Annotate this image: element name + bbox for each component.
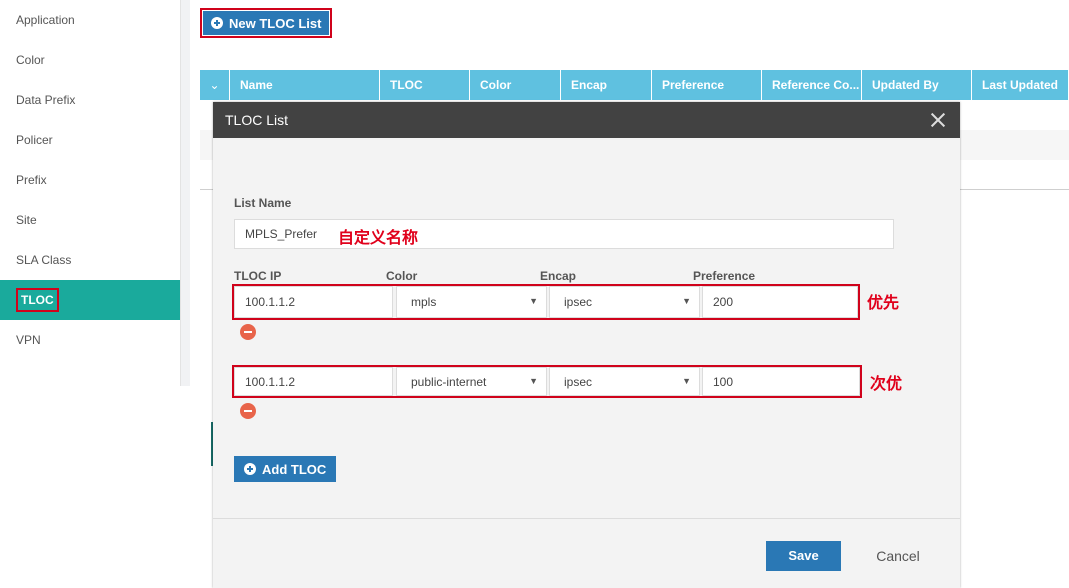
caret-down-icon: ▼ [682, 376, 691, 386]
list-name-annotation: 自定义名称 [338, 228, 419, 247]
column-header-reference-count[interactable]: Reference Co... [762, 70, 862, 100]
preference-input[interactable]: 100 [702, 367, 860, 396]
tloc-ip-input[interactable]: 100.1.1.2 [234, 367, 393, 396]
color-value: mpls [411, 295, 437, 309]
encap-label: Encap [540, 269, 577, 283]
column-header-preference[interactable]: Preference [652, 70, 762, 100]
color-select[interactable]: public-internet ▼ [396, 367, 547, 396]
tloc-ip-label: TLOC IP [234, 269, 282, 283]
preference-input[interactable]: 200 [702, 286, 858, 318]
new-tloc-list-button[interactable]: New TLOC List [203, 11, 330, 35]
sidebar-item-prefix[interactable]: Prefix [0, 160, 180, 200]
column-header-name[interactable]: Name [230, 70, 380, 100]
sidebar-item-label: Site [16, 213, 37, 227]
modal-header: TLOC List [213, 102, 960, 138]
sidebar-item-policer[interactable]: Policer [0, 120, 180, 160]
plus-circle-icon [244, 463, 256, 475]
sidebar-item-sla-class[interactable]: SLA Class [0, 240, 180, 280]
column-header-last-updated[interactable]: Last Updated [972, 70, 1069, 100]
sidebar-item-label: Data Prefix [16, 93, 76, 107]
chevron-down-icon: ⌄ [209, 78, 220, 92]
color-select[interactable]: mpls ▼ [396, 286, 547, 318]
encap-select[interactable]: ipsec ▼ [549, 286, 700, 318]
sidebar-item-label: Policer [16, 133, 53, 147]
cancel-button[interactable]: Cancel [859, 541, 937, 571]
modal-title: TLOC List [225, 112, 289, 128]
sidebar-item-label: SLA Class [16, 253, 72, 267]
sidebar-item-site[interactable]: Site [0, 200, 180, 240]
add-tloc-button[interactable]: Add TLOC [234, 456, 337, 482]
remove-row-icon[interactable] [240, 403, 256, 419]
list-name-value: MPLS_Prefer [245, 227, 318, 241]
sidebar: Application Color Data Prefix Policer Pr… [0, 0, 181, 386]
sidebar-item-label: TLOC [16, 288, 59, 312]
column-header-tloc[interactable]: TLOC [380, 70, 470, 100]
row-annotation: 优先 [867, 293, 900, 312]
sidebar-item-vpn[interactable]: VPN [0, 320, 180, 360]
tloc-ip-value: 100.1.1.2 [245, 374, 296, 389]
modal-footer-divider [213, 518, 960, 519]
caret-down-icon: ▼ [682, 296, 691, 306]
table-header: ⌄ Name TLOC Color Encap Preference Refer… [200, 70, 1069, 100]
close-icon[interactable] [928, 110, 948, 130]
add-tloc-label: Add TLOC [262, 461, 327, 477]
encap-select[interactable]: ipsec ▼ [549, 367, 700, 396]
plus-circle-icon [211, 17, 223, 29]
sidebar-item-label: Prefix [16, 173, 47, 187]
expand-all-toggle[interactable]: ⌄ [200, 70, 230, 100]
list-name-input[interactable]: MPLS_Prefer [234, 219, 894, 249]
encap-value: ipsec [564, 374, 593, 389]
row-annotation: 次优 [870, 374, 903, 393]
column-header-color[interactable]: Color [470, 70, 561, 100]
preference-value: 200 [713, 295, 734, 309]
sidebar-item-label: VPN [16, 333, 41, 347]
tloc-ip-input[interactable]: 100.1.1.2 [234, 286, 393, 318]
new-list-highlight: New TLOC List [200, 8, 333, 38]
sidebar-item-data-prefix[interactable]: Data Prefix [0, 80, 180, 120]
preference-label: Preference [693, 269, 756, 283]
tloc-list-modal: TLOC List List Name MPLS_Prefer 自定义名称 TL… [213, 102, 960, 588]
sidebar-item-tloc[interactable]: TLOC [0, 280, 180, 320]
caret-down-icon: ▼ [529, 296, 538, 306]
sidebar-item-color[interactable]: Color [0, 40, 180, 80]
caret-down-icon: ▼ [529, 376, 538, 386]
column-header-updated-by[interactable]: Updated By [862, 70, 972, 100]
tloc-ip-value: 100.1.1.2 [245, 295, 296, 309]
column-header-encap[interactable]: Encap [561, 70, 652, 100]
sidebar-item-application[interactable]: Application [0, 0, 180, 40]
preference-value: 100 [713, 374, 734, 389]
color-value: public-internet [411, 374, 487, 389]
sidebar-gutter [181, 0, 190, 386]
save-button[interactable]: Save [766, 541, 841, 571]
sidebar-item-label: Application [16, 13, 75, 27]
sidebar-item-label: Color [16, 53, 45, 67]
list-name-label: List Name [234, 196, 292, 210]
encap-value: ipsec [564, 295, 593, 309]
new-tloc-list-label: New TLOC List [229, 15, 322, 31]
color-label: Color [386, 269, 418, 283]
remove-row-icon[interactable] [240, 324, 256, 340]
